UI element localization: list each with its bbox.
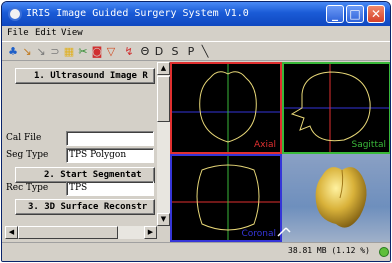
scroll-right-button[interactable]: ▶ — [144, 226, 157, 239]
main-window: IRIS Image Guided Surgery System V1.0 _ … — [1, 1, 391, 262]
shield-icon[interactable]: ▽ — [104, 44, 118, 59]
toolbar: ♣ ↘ ↘ ⊃ ▦ ✂ ◙ ▽ ↯ Θ D S P ╲ — [2, 41, 390, 61]
probe-icon[interactable]: ↘ — [20, 44, 34, 59]
droplet-icon[interactable]: ♣ — [6, 44, 20, 59]
title-bar[interactable]: IRIS Image Guided Surgery System V1.0 _ … — [2, 2, 390, 26]
probe2-icon[interactable]: ↘ — [34, 44, 48, 59]
axial-view[interactable]: Axial — [170, 62, 282, 154]
letter-d-icon[interactable]: D — [152, 44, 166, 59]
menu-file[interactable]: File — [7, 28, 29, 38]
grid-icon[interactable]: ▦ — [62, 44, 76, 59]
letter-o-icon[interactable]: Θ — [138, 44, 152, 59]
panel-vertical-scrollbar[interactable]: ▲ ▼ — [157, 62, 170, 226]
cursor-pointer-icon — [277, 227, 291, 237]
3d-view[interactable] — [282, 154, 390, 242]
letter-s-icon[interactable]: S — [168, 44, 182, 59]
vertical-scroll-thumb[interactable] — [157, 76, 170, 122]
cal-file-field[interactable] — [66, 131, 154, 146]
memory-status: 38.81 MB (1.12 %) — [288, 246, 370, 255]
tube-icon[interactable]: ⊃ — [48, 44, 62, 59]
step1-ultrasound-button[interactable]: 1. Ultrasound Image R — [15, 68, 155, 84]
status-bar: 38.81 MB (1.12 %) — [2, 242, 390, 261]
warning-icon[interactable]: ↯ — [122, 44, 136, 59]
cal-file-label: Cal File — [6, 133, 42, 143]
maximize-button[interactable]: □ — [346, 5, 364, 23]
window-title: IRIS Image Guided Surgery System V1.0 — [26, 8, 249, 19]
step3-reconstruction-button[interactable]: 3. 3D Surface Reconstr — [15, 199, 155, 215]
axial-label: Axial — [254, 140, 276, 150]
app-icon — [8, 7, 22, 21]
sagittal-view[interactable]: Sagittal — [282, 62, 390, 154]
rec-type-label: Rec Type — [6, 183, 49, 193]
scroll-down-button[interactable]: ▼ — [157, 213, 170, 226]
target-icon[interactable]: ◙ — [90, 44, 104, 59]
menu-view[interactable]: View — [61, 28, 83, 38]
3d-surface-model — [315, 167, 367, 228]
coronal-label: Coronal — [241, 229, 276, 239]
scroll-left-button[interactable]: ◀ — [5, 226, 18, 239]
letter-p-icon[interactable]: P — [184, 44, 198, 59]
minimize-button[interactable]: _ — [326, 5, 344, 23]
control-panel: 1. Ultrasound Image R Cal File Seg Type … — [5, 62, 170, 240]
sagittal-label: Sagittal — [351, 140, 386, 150]
seg-type-field[interactable]: TPS Polygon — [66, 148, 154, 163]
seg-type-label: Seg Type — [6, 150, 49, 160]
scissors-icon[interactable]: ✂ — [76, 44, 90, 59]
axial-image — [172, 64, 280, 152]
menu-edit[interactable]: Edit — [35, 28, 57, 38]
status-ok-icon — [379, 247, 389, 257]
close-button[interactable]: ✕ — [367, 5, 385, 23]
rec-type-field[interactable]: TPS — [66, 181, 154, 196]
sagittal-image — [284, 64, 389, 152]
horizontal-scroll-thumb[interactable] — [18, 226, 118, 239]
menu-bar: File Edit View — [2, 26, 390, 41]
coronal-image — [172, 156, 280, 240]
slash-icon[interactable]: ╲ — [198, 44, 212, 59]
coronal-view[interactable]: Coronal — [170, 154, 282, 242]
image-views: Axial Sagittal Coronal — [170, 62, 390, 242]
panel-horizontal-scrollbar[interactable]: ◀ ▶ — [5, 226, 157, 239]
scroll-up-button[interactable]: ▲ — [157, 62, 170, 75]
